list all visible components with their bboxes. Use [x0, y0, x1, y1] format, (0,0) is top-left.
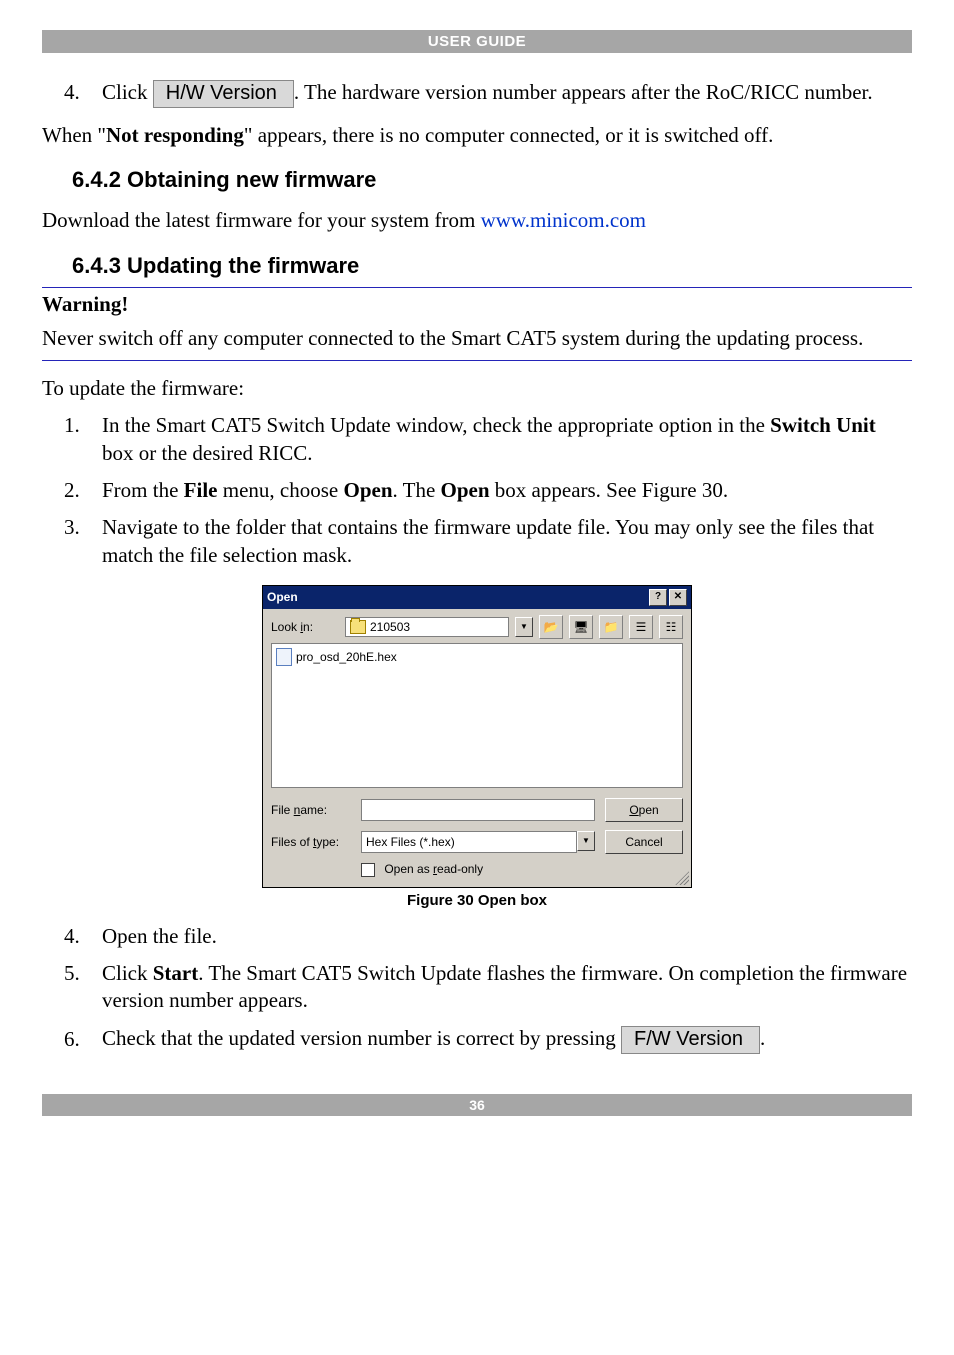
file-name: pro_osd_20hE.hex [296, 650, 397, 664]
new-folder-icon: 📁 [604, 620, 619, 634]
link-minicom[interactable]: www.minicom.com [481, 208, 646, 232]
filename-input[interactable] [361, 799, 595, 821]
details-view-button[interactable]: ☷ [659, 615, 683, 639]
text-bold: Not responding [106, 123, 244, 147]
list-number: 4. [42, 79, 102, 108]
text: Check that the updated version number is… [102, 1026, 621, 1050]
text: From the [102, 478, 184, 502]
text-bold: Open [441, 478, 490, 502]
paragraph: To update the firmware: [42, 375, 912, 402]
list-number: 5. [42, 960, 102, 1015]
text-bold: File [184, 478, 218, 502]
text: menu, choose [218, 478, 344, 502]
list-item: 4. Click H/W Version. The hardware versi… [42, 79, 912, 108]
list-number: 2. [42, 477, 102, 504]
list-number: 3. [42, 514, 102, 569]
dialog-title: Open [267, 590, 647, 604]
text: " appears, there is no computer connecte… [244, 123, 774, 147]
section-heading-643: 6.4.3 Updating the firmware [72, 253, 912, 279]
paragraph: When "Not responding" appears, there is … [42, 122, 912, 149]
file-list[interactable]: pro_osd_20hE.hex [271, 643, 683, 788]
new-folder-button[interactable]: 📁 [599, 615, 623, 639]
dropdown-icon[interactable]: ▼ [577, 831, 595, 851]
close-button[interactable]: ✕ [669, 589, 687, 606]
list-item: 2. From the File menu, choose Open. The … [42, 477, 912, 504]
text: Click [102, 961, 153, 985]
text: When " [42, 123, 106, 147]
fw-version-button[interactable]: F/W Version [621, 1026, 760, 1054]
warning-text: Never switch off any computer connected … [42, 325, 912, 352]
page-header: USER GUIDE [42, 30, 912, 53]
help-button[interactable]: ? [649, 589, 667, 606]
text: . The Smart CAT5 Switch Update flashes t… [102, 961, 907, 1012]
filetype-combo[interactable]: Hex Files (*.hex) [361, 831, 577, 853]
warning-box: Warning! Never switch off any computer c… [42, 287, 912, 361]
cancel-button[interactable]: Cancel [605, 830, 683, 854]
list-item: 3. Navigate to the folder that contains … [42, 514, 912, 569]
dialog-titlebar[interactable]: Open ? ✕ [263, 586, 691, 609]
readonly-checkbox-row[interactable]: Open as read-only [361, 862, 595, 877]
filetype-label: Files of type: [271, 835, 351, 849]
checkbox-icon[interactable] [361, 863, 375, 877]
text: . [760, 1026, 765, 1050]
dropdown-icon[interactable]: ▼ [515, 617, 533, 637]
hex-file-icon [276, 648, 292, 666]
hw-version-button[interactable]: H/W Version [153, 80, 294, 108]
list-number: 1. [42, 412, 102, 467]
list-number: 4. [42, 923, 102, 950]
paragraph: Download the latest firmware for your sy… [42, 207, 912, 234]
folder-up-icon: 📂 [544, 620, 559, 634]
open-dialog: Open ? ✕ Look in: 210503 ▼ 📂 🖥 [262, 585, 692, 888]
list-item: 1. In the Smart CAT5 Switch Update windo… [42, 412, 912, 467]
text-bold: Start [153, 961, 199, 985]
text: box appears. See Figure 30. [490, 478, 729, 502]
text-bold: Open [343, 478, 392, 502]
filename-label: File name: [271, 803, 351, 817]
text-bold: Switch Unit [770, 413, 876, 437]
list-view-button[interactable]: ☰ [629, 615, 653, 639]
text: Open the file. [102, 923, 912, 950]
section-heading-642: 6.4.2 Obtaining new firmware [72, 167, 912, 193]
file-item[interactable]: pro_osd_20hE.hex [276, 648, 678, 666]
text: . The [393, 478, 441, 502]
text: box or the desired RICC. [102, 441, 313, 465]
list-item: 6. Check that the updated version number… [42, 1025, 912, 1054]
warning-heading: Warning! [42, 292, 912, 317]
lookin-label: Look in: [271, 620, 339, 634]
list-item: 5. Click Start. The Smart CAT5 Switch Up… [42, 960, 912, 1015]
list-number: 6. [42, 1026, 102, 1053]
text: Click [102, 80, 153, 104]
up-one-level-button[interactable]: 📂 [539, 615, 563, 639]
lookin-value: 210503 [370, 620, 506, 634]
text: Navigate to the folder that contains the… [102, 514, 912, 569]
text: In the Smart CAT5 Switch Update window, … [102, 413, 770, 437]
figure-caption: Figure 30 Open box [42, 892, 912, 909]
readonly-label: Open as read-only [384, 862, 483, 876]
desktop-icon: 🖥 [573, 620, 588, 634]
folder-open-icon [350, 620, 366, 634]
text: Download the latest firmware for your sy… [42, 208, 481, 232]
resize-grip-icon[interactable] [675, 871, 689, 885]
lookin-combo[interactable]: 210503 [345, 617, 509, 637]
details-icon: ☷ [666, 620, 677, 634]
page-footer: 36 [42, 1094, 912, 1116]
list-icon: ☰ [636, 620, 647, 634]
desktop-button[interactable]: 🖥 [569, 615, 593, 639]
list-item: 4. Open the file. [42, 923, 912, 950]
text: . The hardware version number appears af… [294, 80, 873, 104]
open-button[interactable]: Open [605, 798, 683, 822]
